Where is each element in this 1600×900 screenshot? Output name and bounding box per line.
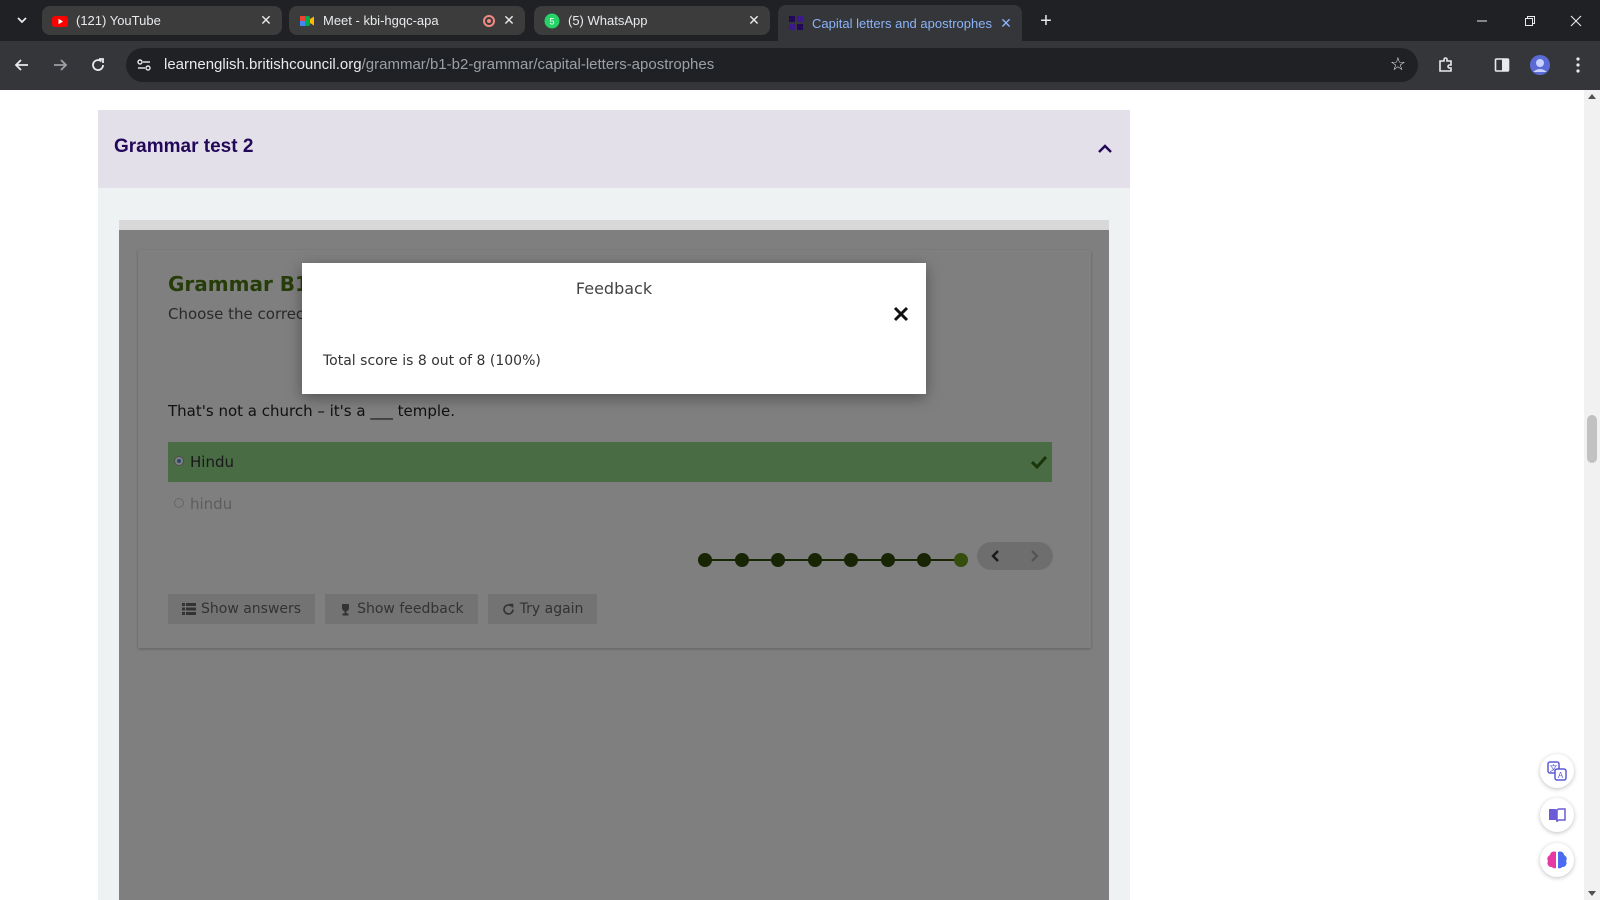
browser-toolbar: learnenglish.britishcouncil.org/grammar/…	[0, 41, 1600, 90]
profile-avatar[interactable]	[1526, 51, 1554, 79]
close-icon[interactable]	[892, 305, 910, 323]
plus-icon: +	[1040, 9, 1052, 32]
whatsapp-icon: 5	[544, 13, 560, 28]
browser-menu-button[interactable]	[1564, 51, 1592, 79]
reload-icon	[92, 58, 104, 71]
tab-title: Meet - kbi-hgqc-apa	[323, 13, 439, 28]
accordion-header-grammar-test-2[interactable]: Grammar test 2	[98, 110, 1130, 188]
address-bar[interactable]: learnenglish.britishcouncil.org/grammar/…	[126, 48, 1418, 82]
restore-icon	[1525, 15, 1535, 26]
feedback-dialog: Feedback Total score is 8 out of 8 (100%…	[302, 263, 926, 394]
brain-icon	[1547, 851, 1567, 869]
page-scrollbar[interactable]	[1584, 90, 1600, 900]
tab-search-button[interactable]	[8, 6, 36, 34]
url-text[interactable]: learnenglish.britishcouncil.org/grammar/…	[164, 56, 714, 73]
reload-button[interactable]	[84, 51, 112, 79]
new-tab-button[interactable]: +	[1032, 7, 1060, 35]
youtube-icon	[52, 15, 68, 27]
forward-button[interactable]	[46, 51, 74, 79]
recording-icon	[483, 14, 495, 27]
restore-button[interactable]	[1506, 0, 1554, 41]
scroll-up-arrow-icon[interactable]	[1588, 94, 1596, 99]
accordion-title: Grammar test 2	[114, 136, 254, 157]
tab-whatsapp[interactable]: 5 (5) WhatsApp ✕	[534, 6, 770, 35]
arrow-right-icon	[54, 59, 68, 71]
minimize-icon	[1477, 20, 1487, 21]
back-button[interactable]	[8, 51, 36, 79]
puzzle-icon	[1439, 57, 1452, 72]
more-vert-icon	[1576, 57, 1580, 73]
reader-button[interactable]	[1540, 798, 1574, 832]
book-icon	[1549, 808, 1566, 823]
british-council-icon	[789, 16, 803, 30]
svg-text:A: A	[1558, 771, 1564, 780]
close-icon[interactable]: ✕	[258, 12, 274, 29]
arrow-left-icon	[14, 59, 28, 71]
page-viewport: Grammar test 2 Grammar B1-B Choose the c…	[0, 90, 1584, 900]
scrollbar-thumb[interactable]	[1587, 415, 1597, 463]
scroll-down-arrow-icon[interactable]	[1588, 891, 1596, 896]
close-icon	[1570, 15, 1582, 26]
side-panel-button[interactable]	[1488, 51, 1516, 79]
ai-assistant-button[interactable]	[1540, 843, 1574, 877]
tab-capital-letters[interactable]: Capital letters and apostrophes ✕	[778, 5, 1022, 41]
side-panel-icon	[1494, 58, 1510, 72]
translate-button[interactable]: 文A	[1540, 754, 1574, 788]
close-icon[interactable]: ✕	[998, 15, 1014, 31]
translate-icon: 文A	[1547, 761, 1567, 781]
google-meet-icon	[300, 15, 314, 26]
tab-youtube[interactable]: (121) YouTube ✕	[42, 6, 282, 35]
extensions-button[interactable]	[1432, 51, 1460, 79]
chevron-down-icon	[17, 17, 27, 24]
tab-title: (121) YouTube	[76, 13, 161, 28]
url-path: /grammar/b1-b2-grammar/capital-letters-a…	[361, 56, 715, 73]
minimize-button[interactable]	[1458, 0, 1506, 41]
chevron-up-icon[interactable]	[1096, 140, 1114, 158]
avatar-icon	[1530, 55, 1550, 75]
bookmark-star-icon[interactable]: ☆	[1390, 54, 1406, 75]
site-info-icon[interactable]	[136, 57, 152, 73]
svg-text:5: 5	[549, 16, 554, 26]
tab-strip: (121) YouTube ✕ Meet - kbi-hgqc-apa ✕ 5 …	[0, 0, 1600, 41]
close-icon[interactable]: ✕	[746, 12, 762, 29]
url-domain: learnenglish.britishcouncil.org	[164, 56, 362, 73]
dialog-score-text: Total score is 8 out of 8 (100%)	[323, 353, 541, 369]
tab-title: (5) WhatsApp	[568, 13, 648, 28]
dialog-title: Feedback	[575, 279, 653, 298]
tab-title: Capital letters and apostrophes	[812, 15, 992, 31]
close-window-button[interactable]	[1552, 0, 1600, 41]
tab-meet[interactable]: Meet - kbi-hgqc-apa ✕	[289, 6, 525, 35]
close-icon[interactable]: ✕	[501, 12, 517, 29]
